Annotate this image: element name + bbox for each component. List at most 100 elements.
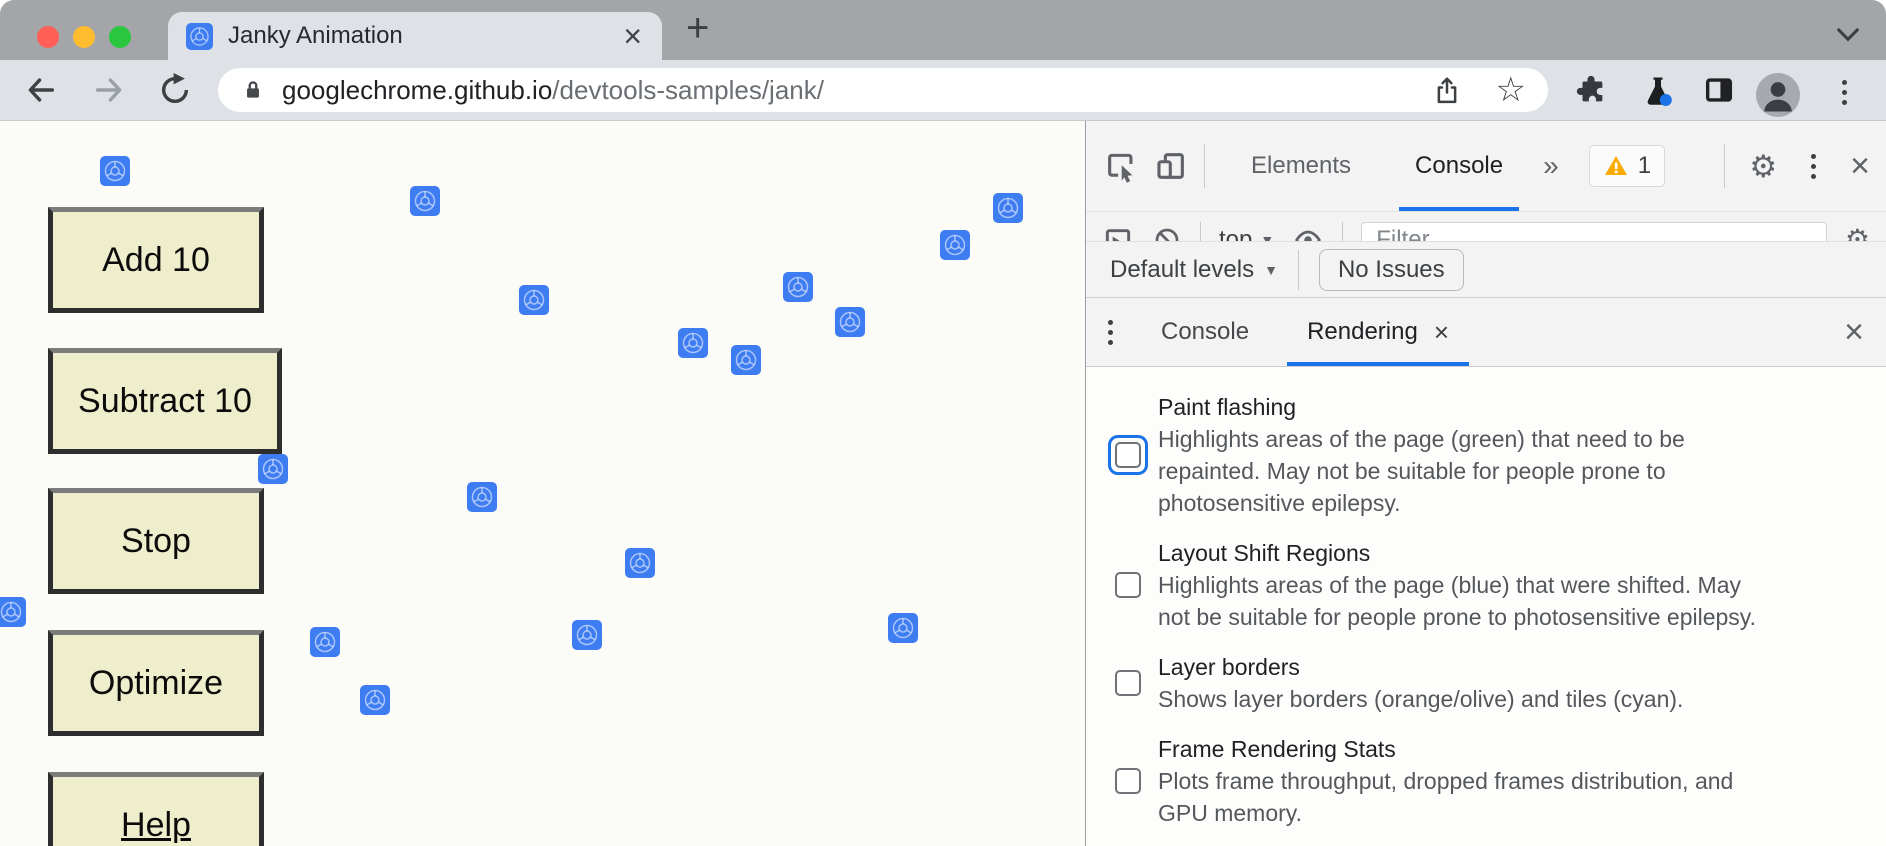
window-close-button[interactable] — [37, 26, 59, 48]
devtools-panel: Elements Console » 1 ⚙ × top▼ — [1085, 121, 1886, 846]
reload-button[interactable] — [158, 73, 192, 107]
rendering-option-frame-rendering-stats: Frame Rendering Stats Plots frame throug… — [1108, 733, 1860, 829]
browser-tab[interactable]: Janky Animation × — [168, 12, 662, 60]
layout-shift-regions-checkbox[interactable] — [1115, 572, 1141, 598]
url-path: /devtools-samples/jank/ — [552, 75, 824, 105]
log-levels-dropdown[interactable]: Default levels ▼ — [1110, 256, 1278, 284]
toolbar-divider — [1200, 222, 1201, 241]
chrome-logo-sprite — [519, 285, 549, 315]
new-tab-button[interactable]: + — [686, 6, 709, 51]
warning-triangle-icon — [1603, 153, 1629, 179]
chrome-logo-sprite — [731, 345, 761, 375]
side-panel-icon[interactable] — [1702, 73, 1736, 107]
chrome-logo-sprite — [310, 627, 340, 657]
address-bar[interactable]: googlechrome.github.io/devtools-samples/… — [218, 68, 1548, 112]
tab-close-icon[interactable]: × — [623, 20, 642, 52]
chrome-logo-sprite — [783, 272, 813, 302]
layer-borders-checkbox[interactable] — [1115, 670, 1141, 696]
profile-avatar[interactable] — [1756, 73, 1800, 117]
checkbox-wrap — [1108, 663, 1148, 703]
rendering-panel: Paint flashing Highlights areas of the p… — [1086, 367, 1886, 846]
more-tabs-icon[interactable]: » — [1543, 150, 1559, 182]
no-issues-button[interactable]: No Issues — [1319, 249, 1464, 291]
option-description: Shows layer borders (orange/olive) and t… — [1158, 683, 1683, 715]
chrome-logo-sprite — [572, 620, 602, 650]
devtools-menu-icon[interactable] — [1811, 154, 1816, 179]
help-button[interactable]: Help — [48, 772, 264, 846]
window-minimize-button[interactable] — [73, 26, 95, 48]
stop-button[interactable]: Stop — [48, 488, 264, 594]
chrome-logo-sprite — [0, 597, 26, 627]
lab-flask-extension-icon[interactable] — [1640, 73, 1676, 109]
url-domain: googlechrome.github.io — [282, 75, 552, 105]
share-icon[interactable] — [1432, 75, 1462, 105]
checkbox-wrap — [1108, 761, 1148, 801]
live-expression-eye-icon[interactable] — [1292, 224, 1324, 241]
toolbar-divider — [1298, 250, 1299, 290]
console-filter-bar: Default levels ▼ No Issues — [1086, 241, 1886, 297]
drawer-tab-bar: Console Rendering × × — [1086, 297, 1886, 367]
tab-strip: Janky Animation × + — [0, 0, 1886, 60]
drawer-tab-rendering[interactable]: Rendering × — [1285, 298, 1471, 366]
javascript-context-dropdown[interactable]: top▼ — [1219, 226, 1274, 241]
option-description: Highlights areas of the page (green) tha… — [1158, 423, 1685, 519]
devtools-close-icon[interactable]: × — [1850, 149, 1870, 183]
back-button[interactable] — [24, 73, 58, 107]
option-description: Highlights areas of the page (blue) that… — [1158, 569, 1756, 633]
frame-rendering-stats-checkbox[interactable] — [1115, 768, 1141, 794]
drawer-close-icon[interactable]: × — [1844, 313, 1864, 352]
drawer-tab-console[interactable]: Console — [1139, 298, 1271, 366]
bookmark-star-icon[interactable]: ☆ — [1496, 73, 1526, 107]
option-title: Layer borders — [1158, 651, 1683, 683]
tab-title: Janky Animation — [228, 22, 623, 50]
devtools-settings-icon[interactable]: ⚙ — [1749, 151, 1777, 182]
drawer-more-tools-icon[interactable] — [1108, 320, 1113, 345]
devtools-tab-bar: Elements Console » 1 ⚙ × — [1086, 121, 1886, 211]
paint-flashing-checkbox[interactable] — [1115, 442, 1141, 468]
rendering-tab-close-icon[interactable]: × — [1434, 317, 1449, 348]
checkbox-focus-ring — [1108, 435, 1148, 475]
chrome-logo-sprite — [100, 156, 130, 186]
option-description: Plots frame throughput, dropped frames d… — [1158, 765, 1733, 829]
chrome-logo-sprite — [467, 482, 497, 512]
clear-console-icon[interactable] — [1152, 225, 1182, 241]
console-filter-input[interactable]: Filter — [1361, 222, 1827, 241]
warning-count-badge[interactable]: 1 — [1589, 145, 1665, 187]
lock-icon — [240, 77, 266, 103]
console-settings-icon[interactable]: ⚙ — [1845, 226, 1870, 241]
option-title: Layout Shift Regions — [1158, 537, 1756, 569]
chrome-logo-sprite — [360, 685, 390, 715]
page-content: Add 10 Subtract 10 Stop Optimize Help — [0, 121, 1085, 846]
chrome-logo-sprite — [888, 613, 918, 643]
browser-menu-icon[interactable] — [1842, 80, 1847, 105]
browser-window: Janky Animation × + googlechrome.github.… — [0, 0, 1886, 846]
toolbar-divider — [1724, 144, 1725, 188]
optimize-button[interactable]: Optimize — [48, 630, 264, 736]
rendering-option-layout-shift-regions: Layout Shift Regions Highlights areas of… — [1108, 537, 1860, 633]
tab-favicon-icon — [186, 23, 213, 50]
extensions-puzzle-icon[interactable] — [1574, 73, 1608, 107]
chrome-logo-sprite — [993, 193, 1023, 223]
chrome-logo-sprite — [835, 307, 865, 337]
chrome-logo-sprite — [258, 454, 288, 484]
rendering-option-layer-borders: Layer borders Shows layer borders (orang… — [1108, 651, 1860, 715]
forward-button[interactable] — [92, 73, 126, 107]
tab-elements[interactable]: Elements — [1227, 121, 1375, 211]
toolbar-divider — [1204, 144, 1205, 188]
chrome-logo-sprite — [940, 230, 970, 260]
checkbox-wrap — [1108, 565, 1148, 605]
dropdown-caret-icon: ▼ — [1264, 262, 1278, 278]
browser-toolbar: googlechrome.github.io/devtools-samples/… — [0, 60, 1886, 121]
tab-console[interactable]: Console — [1391, 121, 1527, 211]
toolbar-divider — [1342, 222, 1343, 241]
inspect-element-icon[interactable] — [1104, 149, 1138, 183]
url-text[interactable]: googlechrome.github.io/devtools-samples/… — [282, 75, 824, 106]
subtract-10-button[interactable]: Subtract 10 — [48, 348, 282, 454]
tab-search-chevron-icon[interactable] — [1837, 19, 1860, 42]
add-10-button[interactable]: Add 10 — [48, 207, 264, 313]
device-toolbar-icon[interactable] — [1154, 149, 1188, 183]
console-sidebar-icon[interactable] — [1102, 224, 1134, 241]
chrome-logo-sprite — [678, 328, 708, 358]
chrome-logo-sprite — [625, 548, 655, 578]
window-zoom-button[interactable] — [109, 26, 131, 48]
